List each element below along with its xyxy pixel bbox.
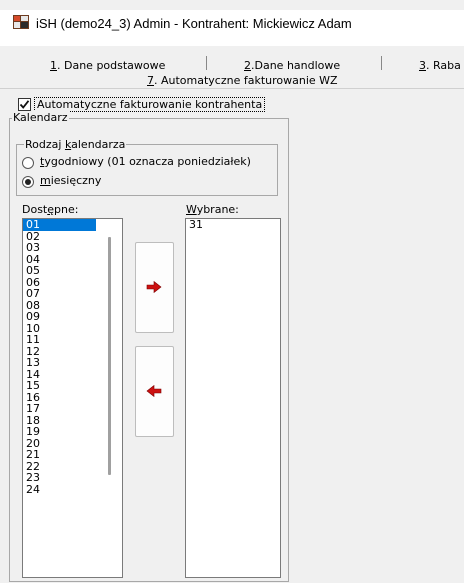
tab-label: .Dane handlowe — [251, 59, 341, 72]
tab-label: . Automatyczne fakturowanie WZ — [154, 74, 338, 87]
checkmark-icon — [19, 100, 30, 109]
add-selected-button[interactable] — [135, 242, 174, 333]
window-title: iSH (demo24_3) Admin - Kontrahent: Micki… — [36, 16, 352, 31]
selected-label: Wybrane: — [186, 203, 239, 216]
tab-mnemonic: 7 — [147, 74, 154, 87]
radio-monthly[interactable] — [22, 176, 34, 188]
radio-monthly-label[interactable]: miesięczny — [40, 174, 101, 187]
available-list-item[interactable]: 24 — [23, 483, 122, 496]
tab-separator — [206, 56, 207, 70]
remove-selected-button[interactable] — [135, 346, 174, 437]
calendar-type-group — [16, 144, 278, 196]
auto-invoice-checkbox[interactable] — [18, 98, 31, 111]
tab-label: . Dane podstawowe — [57, 59, 166, 72]
radio-label-text: ygodniowy (01 oznacza poniedziałek) — [44, 155, 251, 168]
group-title-pre: Rodzaj — [25, 138, 65, 151]
radio-weekly[interactable] — [22, 157, 34, 169]
tab-rabaty[interactable]: 3. Raba — [419, 59, 461, 72]
tab-separator — [381, 56, 382, 70]
arrow-left-icon — [146, 385, 162, 397]
selected-listbox[interactable]: 31 — [185, 218, 281, 578]
label-pre: Dost — [22, 203, 48, 216]
tab-dane-handlowe[interactable]: 2.Dane handlowe — [244, 59, 340, 72]
tab-mnemonic: 1 — [50, 59, 57, 72]
tab-strip-divider — [0, 88, 464, 89]
available-label: Dostępne: — [22, 203, 78, 216]
calendar-type-title: Rodzaj kalendarza — [24, 138, 127, 151]
label-post: pne: — [54, 203, 79, 216]
radio-weekly-label[interactable]: tygodniowy (01 oznacza poniedziałek) — [40, 155, 251, 168]
label-mnemonic: ę — [47, 203, 55, 216]
available-list-item[interactable]: 01 — [23, 219, 96, 231]
label-post: ybrane: — [196, 203, 239, 216]
auto-invoice-label[interactable]: Automatyczne fakturowanie kontrahenta — [34, 97, 266, 112]
calendar-group-title: Kalendarz — [12, 111, 69, 124]
tab-automatyczne-fakturowanie[interactable]: 7. Automatyczne fakturowanie WZ — [147, 74, 338, 87]
tab-label: . Raba — [426, 59, 461, 72]
tab-mnemonic: 2 — [244, 59, 251, 72]
radio-mnemonic: m — [40, 174, 51, 187]
label-mnemonic: W — [186, 203, 197, 216]
group-title-post: alendarza — [71, 138, 126, 151]
available-scrollbar-thumb[interactable] — [108, 237, 111, 475]
selected-list-item[interactable]: 31 — [186, 219, 280, 231]
app-grid-icon[interactable] — [13, 15, 29, 29]
tab-mnemonic: 3 — [419, 59, 426, 72]
radio-label-text: iesięczny — [50, 174, 102, 187]
selected-items: 31 — [186, 219, 280, 231]
arrow-right-icon — [146, 281, 162, 293]
tab-dane-podstawowe[interactable]: 1. Dane podstawowe — [50, 59, 165, 72]
